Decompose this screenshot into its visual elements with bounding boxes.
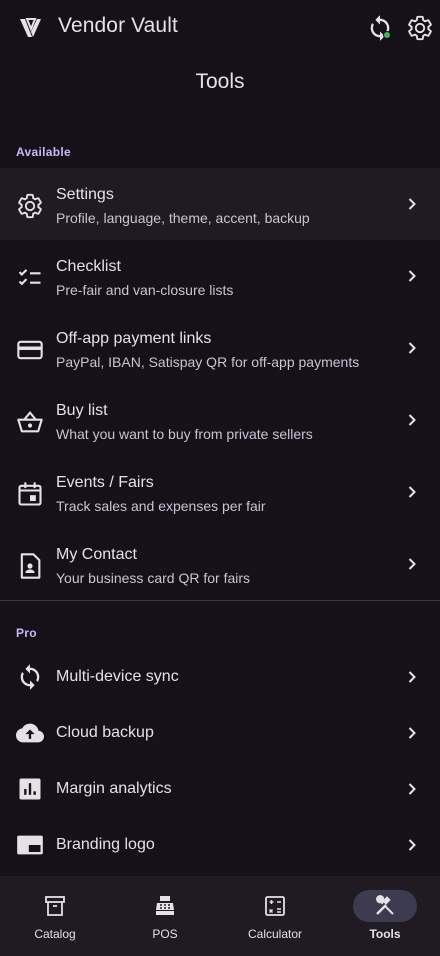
tool-item-my-contact[interactable]: My Contact Your business card QR for fai… bbox=[0, 528, 440, 600]
tool-item-title: Checklist bbox=[56, 258, 121, 275]
calculator-icon bbox=[265, 896, 285, 916]
tool-item-subtitle: Your business card QR for fairs bbox=[56, 570, 251, 586]
nav-item-pos[interactable]: POS bbox=[110, 876, 220, 956]
bottom-navigation: Catalog POS Calculator Tools bbox=[0, 876, 440, 956]
sync-icon bbox=[20, 664, 40, 690]
nav-item-calculator[interactable]: Calculator bbox=[220, 876, 330, 956]
app-root: Vendor Vault Tools Available Settings Pr… bbox=[0, 0, 440, 956]
tool-item-title: Multi-device sync bbox=[56, 668, 179, 685]
app-title: Vendor Vault bbox=[58, 14, 178, 37]
tool-item-subtitle: PayPal, IBAN, Satispay QR for off-app pa… bbox=[56, 354, 360, 370]
tool-item-cloud-backup[interactable]: Cloud backup bbox=[0, 705, 440, 761]
tool-item-title: My Contact bbox=[56, 546, 137, 563]
contact-card-icon bbox=[20, 553, 41, 579]
tool-item-title: Off-app payment links bbox=[56, 330, 212, 347]
tool-item-subtitle: What you want to buy from private seller… bbox=[56, 426, 313, 442]
vendor-vault-logo-icon bbox=[20, 18, 41, 37]
nav-item-tools[interactable]: Tools bbox=[330, 876, 440, 956]
tool-item-checklist[interactable]: Checklist Pre-fair and van-closure lists bbox=[0, 240, 440, 312]
sync-online-indicator bbox=[383, 31, 391, 39]
chevron-right-icon bbox=[408, 198, 416, 210]
tool-item-subtitle: Track sales and expenses per fair bbox=[56, 498, 266, 514]
chevron-right-icon bbox=[408, 486, 416, 498]
chevron-right-icon bbox=[408, 414, 416, 426]
archive-icon bbox=[45, 896, 65, 916]
chevron-right-icon bbox=[408, 839, 416, 851]
tool-item-title: Branding logo bbox=[56, 836, 155, 853]
chevron-right-icon bbox=[408, 270, 416, 282]
nav-label: Tools bbox=[369, 927, 401, 941]
section-divider bbox=[0, 600, 440, 601]
tool-item-events[interactable]: Events / Fairs Track sales and expenses … bbox=[0, 456, 440, 528]
nav-label: Catalog bbox=[34, 927, 76, 941]
analytics-icon bbox=[19, 778, 41, 800]
chevron-right-icon bbox=[408, 671, 416, 683]
sync-status-button[interactable] bbox=[366, 14, 394, 42]
section-header-pro: Pro bbox=[16, 626, 37, 640]
gear-icon bbox=[18, 193, 42, 219]
chevron-right-icon bbox=[408, 342, 416, 354]
nav-item-catalog[interactable]: Catalog bbox=[0, 876, 110, 956]
tool-item-payment-links[interactable]: Off-app payment links PayPal, IBAN, Sati… bbox=[0, 312, 440, 384]
tool-item-title: Buy list bbox=[56, 402, 108, 419]
gear-icon bbox=[408, 15, 432, 41]
section-header-available: Available bbox=[16, 145, 71, 159]
tool-item-buy-list[interactable]: Buy list What you want to buy from priva… bbox=[0, 384, 440, 456]
tool-item-title: Cloud backup bbox=[56, 724, 154, 741]
credit-card-icon bbox=[17, 340, 43, 360]
tool-item-title: Margin analytics bbox=[56, 780, 172, 797]
tool-item-branding-logo[interactable]: Branding logo bbox=[0, 817, 440, 873]
nav-label: POS bbox=[152, 927, 178, 941]
chevron-right-icon bbox=[408, 558, 416, 570]
tools-icon bbox=[376, 895, 394, 915]
tool-item-title: Settings bbox=[56, 186, 114, 203]
tool-item-multi-device-sync[interactable]: Multi-device sync bbox=[0, 649, 440, 705]
cloud-upload-icon bbox=[16, 723, 44, 743]
cash-register-icon bbox=[156, 896, 174, 915]
checklist-icon bbox=[18, 269, 41, 286]
tool-item-title: Events / Fairs bbox=[56, 474, 154, 491]
chevron-right-icon bbox=[408, 783, 416, 795]
page-title: Tools bbox=[195, 70, 245, 93]
branding-icon bbox=[17, 835, 43, 855]
tool-item-settings[interactable]: Settings Profile, language, theme, accen… bbox=[0, 168, 440, 240]
tool-item-subtitle: Profile, language, theme, accent, backup bbox=[56, 210, 310, 226]
calendar-icon bbox=[18, 482, 42, 506]
top-app-bar: Vendor Vault bbox=[0, 0, 440, 56]
settings-button[interactable] bbox=[406, 14, 434, 42]
tool-item-margin-analytics[interactable]: Margin analytics bbox=[0, 761, 440, 817]
basket-icon bbox=[17, 411, 43, 433]
tool-item-subtitle: Pre-fair and van-closure lists bbox=[56, 282, 234, 298]
nav-label: Calculator bbox=[247, 927, 303, 941]
chevron-right-icon bbox=[408, 727, 416, 739]
